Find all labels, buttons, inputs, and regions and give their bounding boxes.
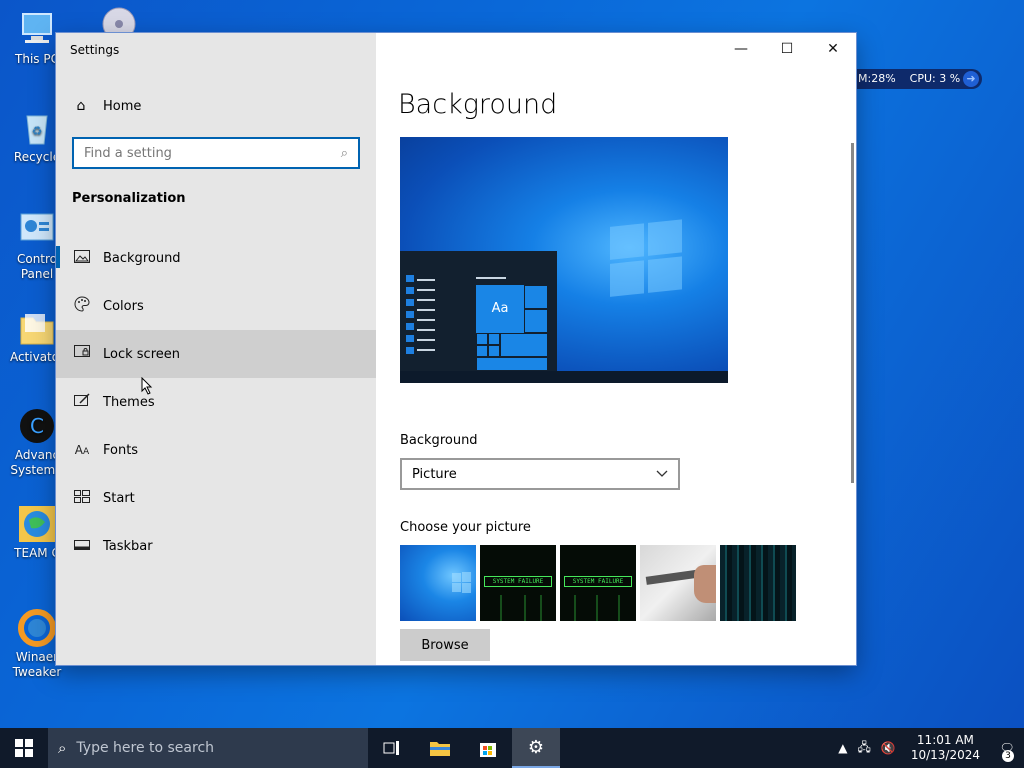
background-preview: Aa: [400, 137, 728, 383]
nav-item-lock-screen[interactable]: Lock screen: [56, 330, 376, 378]
nav-item-fonts[interactable]: AA Fonts: [56, 426, 376, 474]
notification-badge: 3: [1002, 750, 1014, 762]
file-explorer-button[interactable]: [416, 728, 464, 768]
maximize-button[interactable]: ☐: [764, 33, 810, 65]
minimize-button[interactable]: —: [718, 33, 764, 65]
system-monitor-widget[interactable]: M:28% CPU: 3 % ➜: [846, 69, 982, 89]
nav-item-background[interactable]: Background: [56, 234, 376, 282]
windows-logo-icon: [610, 219, 684, 299]
picture-icon: [73, 249, 91, 267]
picture-thumbnail[interactable]: SYSTEM FAILURE: [480, 545, 556, 621]
nav-item-label: Fonts: [103, 442, 139, 458]
task-view-icon: [383, 741, 399, 755]
settings-sidebar: Settings ⌂ Home Find a setting ⌕ Persona…: [56, 33, 376, 665]
advanced-systemcare-icon: C: [17, 406, 57, 446]
lock-screen-icon: [73, 345, 91, 363]
nav-home-label: Home: [103, 98, 142, 114]
desktop-icon-label: Recycle: [13, 150, 61, 164]
page-title: Background: [398, 89, 558, 120]
browse-button[interactable]: Browse: [400, 629, 490, 661]
svg-text:C: C: [30, 414, 44, 438]
dropdown-value: Picture: [412, 466, 457, 482]
home-icon: ⌂: [76, 98, 86, 114]
settings-taskbar-button[interactable]: ⚙: [512, 728, 560, 768]
globe-icon: [17, 504, 57, 544]
volume-muted-icon[interactable]: 🔇: [881, 741, 896, 755]
picture-thumbnail[interactable]: [400, 545, 476, 621]
control-panel-icon: [17, 210, 57, 250]
nav-item-themes[interactable]: Themes: [56, 378, 376, 426]
picture-thumbnail[interactable]: [720, 545, 796, 621]
arrow-right-icon[interactable]: ➜: [963, 71, 979, 87]
nav-list: Background Colors Lock screen Themes AA …: [56, 234, 376, 570]
scrollbar[interactable]: [851, 143, 854, 483]
gear-icon: ⚙: [527, 736, 545, 758]
window-title: Settings: [70, 43, 120, 57]
picture-thumbnail[interactable]: SYSTEM FAILURE: [560, 545, 636, 621]
nav-item-colors[interactable]: Colors: [56, 282, 376, 330]
start-grid-icon: [73, 489, 91, 507]
folder-icon: [17, 308, 57, 348]
nav-item-label: Start: [103, 490, 135, 506]
mouse-cursor: [141, 376, 153, 399]
desktop-icon-label: TEAM C: [14, 546, 60, 560]
palette-icon: [73, 296, 91, 316]
desktop-icon-label: Contro Panel: [16, 252, 58, 281]
system-tray: ▲ 🖧 🔇 11:01 AM 10/13/2024 🗨 3: [833, 728, 1024, 768]
background-label: Background: [400, 433, 478, 448]
search-icon: ⌕: [340, 145, 348, 161]
search-icon: ⌕: [58, 739, 67, 757]
recycle-bin-icon: ♻: [17, 108, 57, 148]
winaero-tweaker-icon: [17, 608, 57, 648]
memory-usage: M:28%: [858, 72, 896, 85]
search-settings-input[interactable]: Find a setting ⌕: [72, 137, 360, 169]
desktop-icon-label: This PC: [15, 52, 59, 66]
themes-brush-icon: [73, 393, 91, 411]
notification-center-button[interactable]: 🗨 3: [990, 728, 1024, 768]
computer-icon: [17, 10, 57, 50]
nav-item-taskbar[interactable]: Taskbar: [56, 522, 376, 570]
search-placeholder: Find a setting: [84, 145, 172, 161]
settings-content: — ☐ ✕ Background Aa Background Picture C…: [376, 33, 856, 665]
task-view-button[interactable]: [368, 728, 416, 768]
microsoft-store-button[interactable]: [464, 728, 512, 768]
folder-icon: [430, 742, 450, 756]
store-icon: [480, 743, 496, 757]
clock[interactable]: 11:01 AM 10/13/2024: [911, 733, 980, 763]
thumbnail-text: SYSTEM FAILURE: [484, 576, 552, 587]
picture-thumbnail[interactable]: [640, 545, 716, 621]
start-button[interactable]: [0, 728, 48, 768]
nav-item-label: Background: [103, 250, 181, 266]
preview-tile: Aa: [476, 285, 524, 333]
svg-text:♻: ♻: [32, 124, 43, 138]
network-icon[interactable]: 🖧: [857, 738, 870, 759]
picture-thumbnails: SYSTEM FAILURE SYSTEM FAILURE: [400, 545, 796, 621]
section-title: Personalization: [72, 191, 186, 206]
close-button[interactable]: ✕: [810, 33, 856, 65]
nav-item-label: Taskbar: [103, 538, 153, 554]
nav-home[interactable]: ⌂ Home: [56, 91, 376, 121]
nav-item-label: Lock screen: [103, 346, 180, 362]
nav-item-label: Colors: [103, 298, 144, 314]
taskbar-search-box[interactable]: ⌕ Type here to search: [48, 728, 368, 768]
taskbar-icon: [73, 539, 91, 554]
clock-date: 10/13/2024: [910, 748, 980, 762]
thumbnail-text: SYSTEM FAILURE: [564, 576, 632, 587]
background-type-dropdown[interactable]: Picture: [400, 458, 680, 490]
chevron-up-icon[interactable]: ▲: [838, 741, 847, 755]
desktop-icon-label: Winaer Tweaker: [12, 650, 62, 679]
start-menu-preview: Aa: [400, 251, 557, 371]
chevron-down-icon: [656, 467, 668, 481]
clock-time: 11:01 AM: [916, 733, 974, 747]
taskbar-search-placeholder: Type here to search: [76, 740, 215, 756]
nav-item-start[interactable]: Start: [56, 474, 376, 522]
fonts-icon: AA: [74, 443, 90, 457]
windows-logo-icon: [15, 739, 33, 757]
window-controls: — ☐ ✕: [718, 33, 856, 65]
settings-window: Settings ⌂ Home Find a setting ⌕ Persona…: [56, 33, 856, 665]
cpu-usage: CPU: 3 %: [909, 72, 961, 85]
taskbar: ⌕ Type here to search ⚙ ▲ 🖧 🔇 11:01 AM 1…: [0, 728, 1024, 768]
choose-picture-label: Choose your picture: [400, 520, 531, 535]
